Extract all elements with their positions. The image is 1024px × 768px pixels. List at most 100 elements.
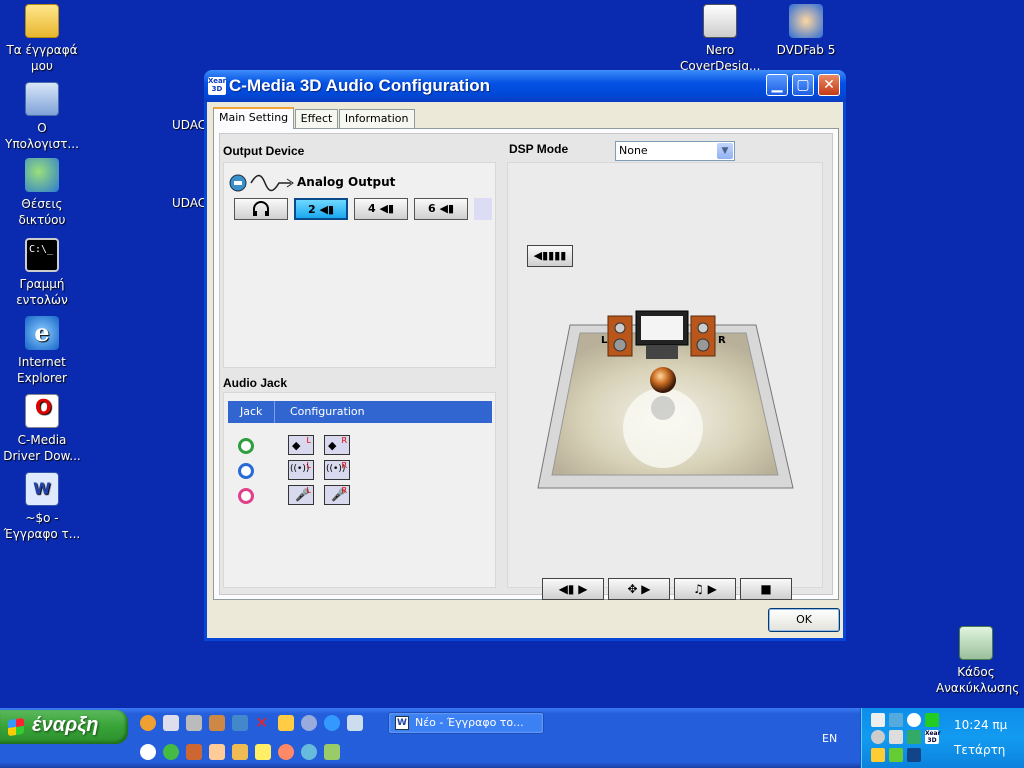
jack-column-header: Jack (240, 405, 263, 418)
recycle-bin-icon (959, 626, 993, 660)
desktop-icon-label: Driver Dow... (3, 449, 81, 463)
folder-quicklaunch-icon[interactable] (278, 715, 294, 731)
speaker-count-label: 4 (367, 202, 376, 215)
script-quicklaunch-icon[interactable] (232, 715, 248, 731)
music-test-button[interactable]: ♫ ▶ (674, 578, 736, 600)
desktop-icon-nero[interactable]: Nero CoverDesig... (680, 4, 760, 74)
tray-pencil-icon[interactable] (871, 748, 885, 762)
surround-test-button[interactable]: ✥ ▶ (608, 578, 670, 600)
jack-config-line-left[interactable]: ((•)) L (288, 460, 314, 480)
desktop-icon-command-prompt[interactable]: C:\_ Γραμμή εντολών (2, 238, 82, 308)
tray-printer-icon[interactable] (889, 730, 903, 744)
jack-config-mic-left[interactable]: 🎤 L (288, 485, 314, 505)
main-setting-panel: Output Device Analog Output 2 ◀▮ 4 ◀▮ 6 … (213, 128, 839, 600)
tray-status-icon[interactable] (925, 713, 939, 727)
tab-main-setting[interactable]: Main Setting (213, 107, 295, 129)
channel-label-left: L (306, 486, 311, 495)
desktop-icon-my-computer[interactable]: Ο Υπολογιστ... (2, 82, 82, 152)
download-quicklaunch-icon[interactable] (140, 744, 156, 760)
minimize-button[interactable]: ▁ (766, 74, 788, 96)
headphones-button[interactable] (234, 198, 288, 220)
jack-config-mic-right[interactable]: 🎤 R (324, 485, 350, 505)
disk-quicklaunch-icon[interactable] (186, 715, 202, 731)
globe2-quicklaunch-icon[interactable] (301, 744, 317, 760)
settings-quicklaunch-icon[interactable] (278, 744, 294, 760)
surround-play-icon: ✥ ▶ (627, 582, 651, 596)
close-x-quicklaunch-icon[interactable]: ✕ (255, 715, 271, 731)
hand-quicklaunch-icon[interactable] (209, 744, 225, 760)
desktop-icon-recycle-bin[interactable]: Κάδος Ανακύκλωσης (936, 626, 1020, 696)
notepad-quicklaunch-icon[interactable] (163, 715, 179, 731)
media-player-quicklaunch-icon[interactable] (140, 715, 156, 731)
tools-quicklaunch-icon[interactable] (186, 744, 202, 760)
tray-leaf-icon[interactable] (889, 748, 903, 762)
word-document-icon: W (25, 472, 59, 506)
desktop-icon-label-partial: UDAC (172, 196, 207, 210)
language-indicator[interactable]: EN (822, 732, 837, 745)
music-play-icon: ♫ ▶ (693, 582, 717, 596)
tray-network-icon[interactable] (889, 713, 903, 727)
desktop-icon-label: C-Media (17, 433, 67, 447)
clock-time[interactable]: 10:24 πμ (954, 718, 1007, 732)
tray-shield-icon[interactable] (871, 730, 885, 744)
desktop-icon-word-document[interactable]: W ~$o - Έγγραφο τ... (2, 472, 82, 542)
desktop-icon-label: εντολών (16, 293, 68, 307)
jack-blue[interactable] (238, 463, 254, 479)
ok-button[interactable]: OK (768, 608, 840, 632)
clock-quicklaunch-icon[interactable] (255, 744, 271, 760)
speaker-test-button[interactable]: ◀▮ ▶ (542, 578, 604, 600)
tab-information[interactable]: Information (338, 109, 415, 129)
jack-config-front-right[interactable]: ◆ R (324, 435, 350, 455)
analog-output-icon (229, 174, 294, 192)
tray-app-icon[interactable] (871, 713, 885, 727)
network-quicklaunch-icon[interactable] (347, 715, 363, 731)
desktop-icon-internet-explorer[interactable]: e Internet Explorer (2, 316, 82, 386)
tray-xear-3d-icon[interactable]: Xear 3D (925, 730, 941, 744)
books-quicklaunch-icon[interactable] (209, 715, 225, 731)
desktop-icon-network[interactable]: Θέσεις δικτύου (2, 158, 82, 228)
desktop-icon-label: δικτύου (18, 213, 66, 227)
window-titlebar[interactable]: Xear 3D C-Media 3D Audio Configuration ▁… (204, 70, 846, 102)
dsp-mode-select[interactable]: None ▼ (615, 141, 735, 161)
chevron-down-icon[interactable]: ▼ (717, 143, 733, 159)
tray-display-icon[interactable] (907, 748, 921, 762)
desktop-icon-cmedia-driver[interactable]: C-Media Driver Dow... (2, 394, 82, 464)
ie-quicklaunch-icon[interactable] (324, 715, 340, 731)
maximize-button[interactable]: ▢ (792, 74, 814, 96)
globe-quicklaunch-icon[interactable] (301, 715, 317, 731)
header-divider (274, 401, 275, 423)
audio-jack-table-header: Jack Configuration (228, 401, 492, 423)
jack-config-front-left[interactable]: ◆ L (288, 435, 314, 455)
chat-quicklaunch-icon[interactable] (163, 744, 179, 760)
jack-config-line-right[interactable]: ((•)) R (324, 460, 350, 480)
clock-day[interactable]: Τετάρτη (954, 743, 1005, 757)
nero-coverdesigner-icon (703, 4, 737, 38)
speaker-4-button[interactable]: 4 ◀▮ (354, 198, 408, 220)
speaker-2-button[interactable]: 2 ◀▮ (294, 198, 348, 220)
cmedia-driver-icon (25, 394, 59, 428)
close-button[interactable]: ✕ (818, 74, 840, 96)
start-button[interactable]: έναρξη (0, 710, 128, 744)
my-computer-icon (25, 82, 59, 116)
desktop-icon-my-documents[interactable]: Τα έγγραφά μου (2, 4, 82, 74)
tray-monitor-icon[interactable] (907, 730, 921, 744)
network-places-icon (25, 158, 59, 192)
stop-button[interactable]: ■ (740, 578, 792, 600)
speaker-6-button[interactable]: 6 ◀▮ (414, 198, 468, 220)
tray-download-icon[interactable] (907, 713, 921, 727)
desktop-icon-label: Ανακύκλωσης (936, 681, 1020, 695)
desktop-icon-label-partial: UDAC (172, 118, 207, 132)
tab-effect[interactable]: Effect (294, 109, 339, 129)
speaker-count-label: 6 (427, 202, 436, 215)
jack-pink[interactable] (238, 488, 254, 504)
desktop-icon-dvdfab[interactable]: DVDFab 5 (766, 4, 846, 58)
desktop-icon-label: DVDFab 5 (776, 43, 836, 57)
channel-label-left: L (306, 436, 311, 445)
speaker-room-view[interactable]: L R (508, 163, 824, 589)
mail-quicklaunch-icon[interactable] (232, 744, 248, 760)
desktop-icon-label: Ο (37, 121, 47, 135)
jack-green[interactable] (238, 438, 254, 454)
taskbar-button-word-document[interactable]: W Νέο - Έγγραφο το... (388, 712, 544, 734)
app-quicklaunch-icon[interactable] (324, 744, 340, 760)
desktop-icon-label: Έγγραφο τ... (3, 527, 81, 541)
